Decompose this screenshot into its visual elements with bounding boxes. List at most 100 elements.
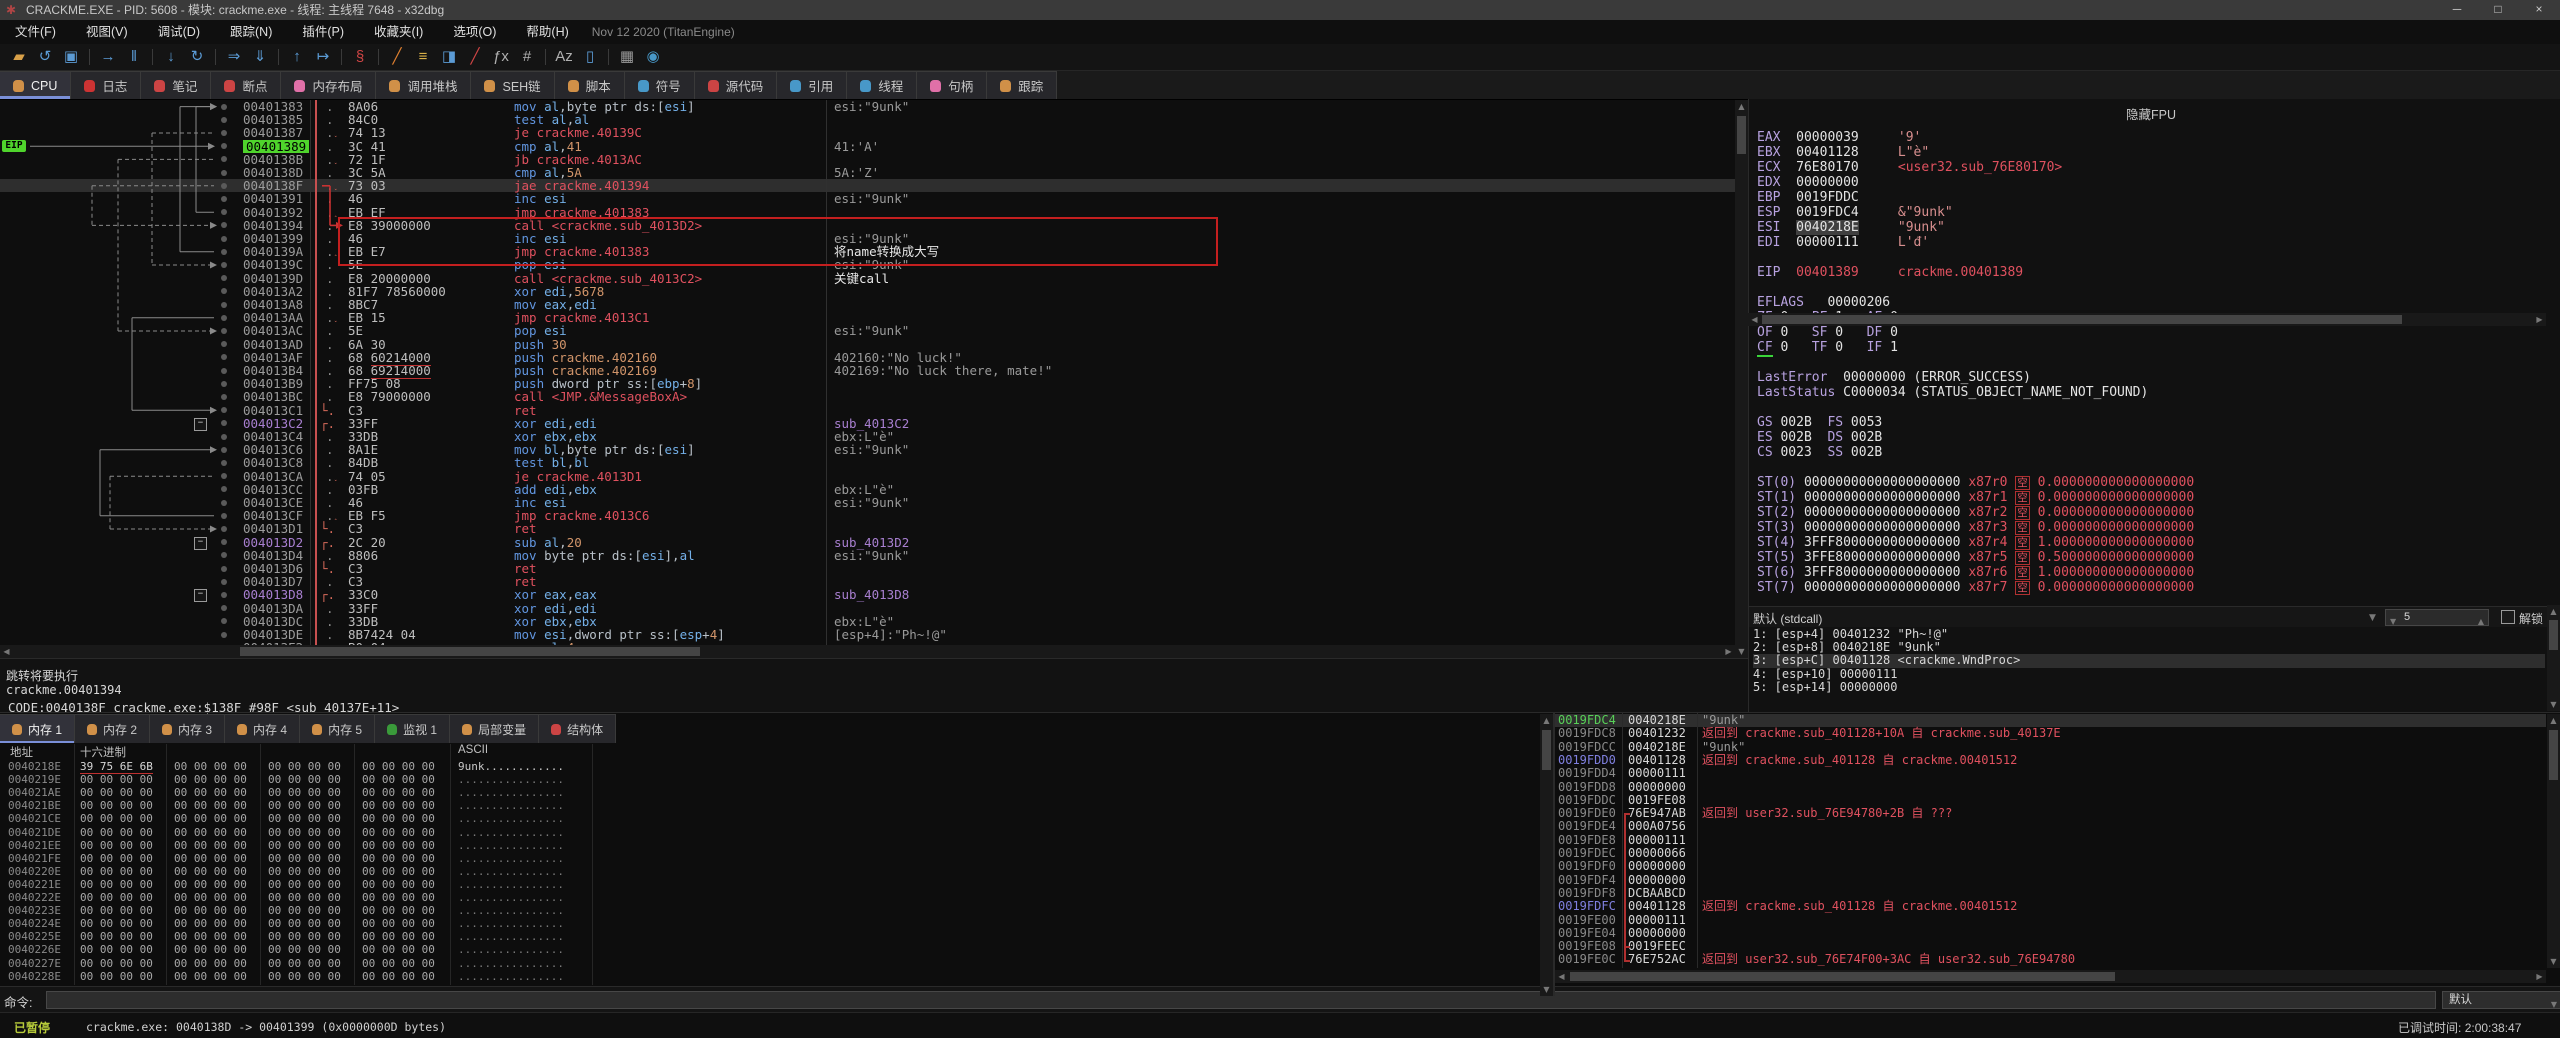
- stack-row[interactable]: 0019FDD0 00401128 返回到 crackme.sub_401128 自…: [1555, 753, 2546, 767]
- stack-row[interactable]: 0019FDC8 00401232 返回到 crackme.sub_401128+1…: [1555, 726, 2546, 740]
- calling-convention-label[interactable]: 默认 (stdcall): [1753, 610, 1822, 627]
- dump-row[interactable]: 0040221E 00 00 00 00 00 00 00 00 00 00 00 0…: [0, 878, 1540, 891]
- graph-icon[interactable]: ◨: [436, 44, 462, 70]
- scroll-down-arrow[interactable]: ▼: [2547, 700, 2560, 709]
- dump-tab-内存 3[interactable]: 内存 3: [150, 714, 226, 743]
- register-line[interactable]: CF 0 TF 0 IF 1: [1757, 340, 1898, 355]
- unlock-checkbox[interactable]: [2501, 610, 2515, 624]
- stack-row[interactable]: 0019FE00 00000111: [1555, 913, 2546, 927]
- tab-句柄[interactable]: 句柄: [917, 71, 988, 99]
- dump-row[interactable]: 0040225E 00 00 00 00 00 00 00 00 00 00 00 0…: [0, 930, 1540, 943]
- disasm-row[interactable]: 004013CC. 03FB add edi,ebx ebx:L"è": [0, 483, 1735, 496]
- args-row[interactable]: 3: [esp+C] 00401128 <crackme.WndProc>: [1753, 654, 2545, 668]
- register-line[interactable]: LastError 00000000 (ERROR_SUCCESS): [1757, 370, 2031, 385]
- stack-row[interactable]: 0019FDC4 0040218E "9unk": [1555, 713, 2546, 728]
- tab-笔记[interactable]: 笔记: [141, 71, 212, 99]
- dump-row[interactable]: 004021BE 00 00 00 00 00 00 00 00 00 00 00 0…: [0, 799, 1540, 812]
- minimize-button[interactable]: ─: [2437, 0, 2477, 20]
- dump-tab-内存 5[interactable]: 内存 5: [300, 714, 376, 743]
- scroll-down-arrow[interactable]: ▼: [2547, 957, 2560, 966]
- dump-row[interactable]: 0040224E 00 00 00 00 00 00 00 00 00 00 00 0…: [0, 917, 1540, 930]
- tab-内存布局[interactable]: 内存布局: [281, 71, 377, 99]
- stack-row[interactable]: 0019FDFC 00401128 返回到 crackme.sub_401128 自…: [1555, 899, 2546, 913]
- tab-跟踪[interactable]: 跟踪: [987, 71, 1058, 99]
- memmap-icon[interactable]: ▯: [577, 44, 603, 70]
- scroll-thumb[interactable]: [1762, 315, 2402, 324]
- menu-item[interactable]: 文件(F): [0, 20, 71, 44]
- menu-item[interactable]: 收藏夹(I): [359, 20, 438, 44]
- breakpoint-seal-icon[interactable]: §: [347, 44, 373, 70]
- scroll-down-arrow[interactable]: ▼: [1735, 647, 1748, 656]
- highlight-icon[interactable]: ╱: [462, 44, 488, 70]
- tab-线程[interactable]: 线程: [847, 71, 918, 99]
- stack-row[interactable]: 0019FE04 00000000: [1555, 926, 2546, 940]
- tab-CPU[interactable]: CPU: [0, 71, 72, 99]
- scroll-thumb[interactable]: [240, 647, 700, 656]
- menu-item[interactable]: 跟踪(N): [215, 20, 287, 44]
- scroll-left-arrow[interactable]: ◀: [1, 647, 12, 656]
- stop-icon[interactable]: ▣: [58, 44, 84, 70]
- disasm-row[interactable]: 004013DC. 33DB xor ebx,ebx ebx:L"è": [0, 615, 1735, 628]
- scroll-thumb[interactable]: [1737, 116, 1746, 154]
- register-line[interactable]: ST(4) 3FFF8000000000000000 x87r4 空 1.000…: [1757, 535, 2194, 551]
- tab-调用堆栈[interactable]: 调用堆栈: [376, 71, 472, 99]
- trace-into-icon[interactable]: ⇒: [221, 44, 247, 70]
- disasm-row[interactable]: 004013A2. 81F7 78560000 xor edi,5678: [0, 285, 1735, 298]
- chevron-down-icon[interactable]: ▼: [2369, 613, 2376, 623]
- scroll-right-arrow[interactable]: ▶: [2534, 315, 2545, 324]
- disasm-row[interactable]: 004013AA. ˯ EB 15 jmp crackme.4013C1: [0, 311, 1735, 324]
- dump-row[interactable]: 004021DE 00 00 00 00 00 00 00 00 00 00 00 0…: [0, 826, 1540, 839]
- scroll-thumb[interactable]: [1570, 972, 2115, 981]
- disasm-row[interactable]: 00401387. ˯ 74 13 je crackme.40139C: [0, 126, 1735, 140]
- stack-row[interactable]: 0019FDE0 76E947AB 返回到 user32.sub_76E94780+…: [1555, 806, 2546, 820]
- scroll-down-arrow[interactable]: ▼: [1540, 985, 1553, 994]
- skip-icon[interactable]: ↦: [310, 44, 336, 70]
- scroll-thumb[interactable]: [2549, 620, 2558, 650]
- register-line[interactable]: EIP 00401389 crackme.00401389: [1757, 265, 2023, 280]
- restart-icon[interactable]: ↺: [32, 44, 58, 70]
- disasm-row[interactable]: −004013D8 ┌. 33C0 xor eax,eax sub_4013D8: [0, 588, 1735, 603]
- trace-over-icon[interactable]: ⇓: [247, 44, 273, 70]
- disasm-row[interactable]: 00401389 EIP. 3C 41 cmp al,41 41:'A': [0, 139, 1735, 153]
- dump-row[interactable]: 004021FE 00 00 00 00 00 00 00 00 00 00 00 0…: [0, 852, 1540, 865]
- step-over-icon[interactable]: ↻: [184, 44, 210, 70]
- register-line[interactable]: EBP 0019FDDC: [1757, 190, 1859, 205]
- stack-row[interactable]: 0019FDD4 00000111: [1555, 766, 2546, 780]
- dump-tab-局部变量[interactable]: 局部变量: [450, 714, 540, 743]
- menu-item[interactable]: 插件(P): [287, 20, 359, 44]
- comment-icon[interactable]: ≡: [410, 44, 436, 70]
- register-line[interactable]: ST(2) 00000000000000000000 x87r2 空 0.000…: [1757, 505, 2194, 521]
- disasm-row[interactable]: 004013D7. C3 ret: [0, 575, 1735, 588]
- stack-row[interactable]: 0019FDF8 DCBAABCD: [1555, 886, 2546, 900]
- dump-row[interactable]: 004021EE 00 00 00 00 00 00 00 00 00 00 00 0…: [0, 839, 1540, 852]
- register-line[interactable]: CS 0023 SS 002B: [1757, 445, 1882, 460]
- dump-row[interactable]: 0040219E 00 00 00 00 00 00 00 00 00 00 00 0…: [0, 773, 1540, 786]
- scroll-thumb[interactable]: [1542, 730, 1551, 770]
- register-line[interactable]: EDI 00000111 L'đ': [1757, 235, 1929, 250]
- disasm-row[interactable]: 004013C8. 84DB test bl,bl: [0, 456, 1735, 470]
- menu-item[interactable]: 视图(V): [71, 20, 143, 44]
- dump-row[interactable]: 0040223E 00 00 00 00 00 00 00 00 00 00 00 0…: [0, 904, 1540, 917]
- scroll-left-arrow[interactable]: ◀: [1556, 972, 1567, 981]
- disasm-row[interactable]: 004013AC. 5E pop esi esi:"9unk": [0, 324, 1735, 338]
- register-line[interactable]: GS 002B FS 0053: [1757, 415, 1882, 430]
- globe-icon[interactable]: ◉: [640, 44, 666, 70]
- dump-row[interactable]: 0040220E 00 00 00 00 00 00 00 00 00 00 00 0…: [0, 865, 1540, 878]
- tab-SEH链[interactable]: SEH链: [471, 71, 555, 99]
- stack-row[interactable]: 0019FDEC 00000066: [1555, 846, 2546, 860]
- register-line[interactable]: ST(0) 00000000000000000000 x87r0 空 0.000…: [1757, 475, 2194, 491]
- maximize-button[interactable]: □: [2478, 0, 2518, 20]
- dump-tab-结构体[interactable]: 结构体: [539, 714, 617, 743]
- register-line[interactable]: ESI 0040218E "9unk": [1757, 220, 1945, 235]
- scroll-up-arrow[interactable]: ▲: [2547, 607, 2560, 616]
- pause-icon[interactable]: ‖: [121, 44, 147, 70]
- scroll-up-arrow[interactable]: ▲: [2547, 716, 2560, 725]
- disasm-row[interactable]: 0040138F. ˯ 73 03 jae crackme.401394: [0, 179, 1735, 192]
- menu-item[interactable]: 选项(O): [438, 20, 511, 44]
- register-line[interactable]: OF 0 SF 0 DF 0: [1757, 325, 1898, 340]
- tab-引用[interactable]: 引用: [777, 71, 848, 99]
- register-line[interactable]: ES 002B DS 002B: [1757, 430, 1882, 445]
- register-line[interactable]: EBX 00401128 L"è": [1757, 145, 1929, 160]
- dump-row[interactable]: 0040218E 39 75 6E 6B 00 00 00 00 00 00 00 0…: [0, 760, 1540, 775]
- close-button[interactable]: ×: [2519, 0, 2559, 20]
